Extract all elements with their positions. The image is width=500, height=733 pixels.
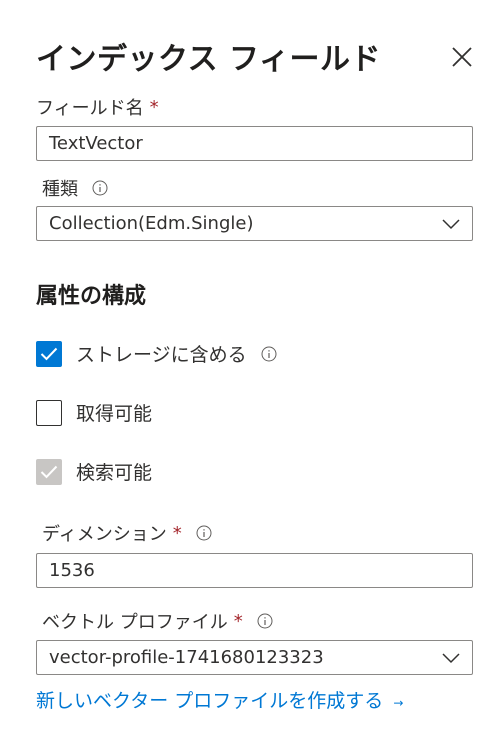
field-name-label-text: フィールド名	[36, 98, 144, 119]
type-label-text: 種類	[42, 179, 78, 200]
dimensions-label-text: ディメンション	[42, 524, 167, 545]
close-button[interactable]	[449, 44, 475, 70]
searchable-checkbox	[36, 458, 62, 485]
chevron-down-icon	[442, 218, 460, 229]
field-name-value: TextVector	[49, 133, 143, 154]
vector-profile-label: ベクトル プロファイル *	[42, 608, 273, 634]
arrow-right-icon: →	[393, 696, 404, 710]
checkbox-retrievable-row[interactable]: 取得可能	[36, 399, 152, 426]
retrievable-checkbox-label: 取得可能	[76, 403, 153, 425]
vector-profile-dropdown[interactable]: vector-profile-1741680123323	[36, 640, 473, 675]
type-dropdown[interactable]: Collection(Edm.Single)	[36, 206, 473, 241]
type-label: 種類	[42, 175, 108, 201]
field-name-input[interactable]: TextVector	[36, 126, 473, 161]
info-icon[interactable]	[257, 613, 273, 629]
attributes-heading: 属性の構成	[36, 284, 147, 309]
field-name-label: フィールド名 *	[36, 94, 159, 120]
required-mark: *	[172, 522, 182, 544]
info-icon[interactable]	[92, 180, 108, 196]
retrievable-checkbox[interactable]	[36, 399, 62, 426]
panel-title: インデックス フィールド	[36, 42, 381, 77]
create-vector-profile-link[interactable]: 新しいベクター プロファイルを作成する →	[36, 686, 403, 713]
required-mark: *	[233, 610, 243, 632]
storage-checkbox[interactable]	[36, 340, 62, 367]
storage-checkbox-label: ストレージに含める	[76, 344, 247, 366]
checkmark-icon	[40, 347, 58, 360]
vector-profile-label-text: ベクトル プロファイル	[42, 612, 228, 633]
type-selected-value: Collection(Edm.Single)	[49, 213, 254, 234]
vector-profile-selected-value: vector-profile-1741680123323	[49, 647, 324, 668]
dimensions-input[interactable]: 1536	[36, 553, 473, 588]
dimensions-value: 1536	[49, 560, 95, 581]
checkmark-icon	[40, 465, 58, 478]
chevron-down-icon	[442, 652, 460, 663]
dimensions-label: ディメンション *	[42, 520, 212, 546]
info-icon[interactable]	[261, 346, 277, 362]
searchable-checkbox-label: 検索可能	[76, 462, 153, 484]
info-icon[interactable]	[196, 525, 212, 541]
create-link-text: 新しいベクター プロファイルを作成する	[36, 690, 384, 712]
required-mark: *	[149, 96, 159, 118]
close-icon	[452, 47, 472, 67]
checkbox-storage-row[interactable]: ストレージに含める	[36, 340, 277, 367]
checkbox-searchable-row: 検索可能	[36, 458, 152, 485]
